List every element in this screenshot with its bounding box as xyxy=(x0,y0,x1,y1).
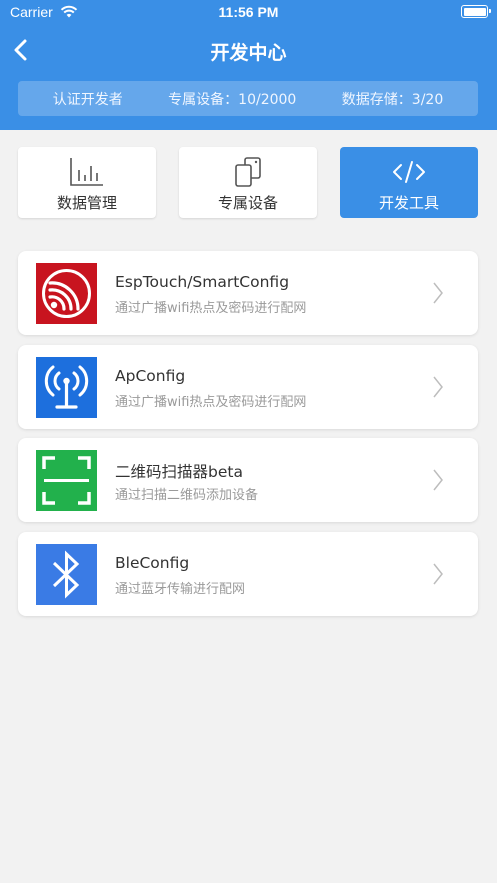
code-icon xyxy=(393,161,425,183)
chevron-right-icon xyxy=(433,376,443,398)
qr-scan-icon xyxy=(36,450,97,511)
tab-dev-tools[interactable]: 开发工具 xyxy=(340,147,478,218)
espressif-logo-icon xyxy=(36,263,97,324)
clock: 11:56 PM xyxy=(218,4,279,20)
bar-chart-icon xyxy=(70,158,103,186)
bluetooth-icon xyxy=(36,544,97,605)
device-quota: 专属设备：10/2000 xyxy=(168,91,297,108)
tool-name: BleConfig xyxy=(115,554,190,572)
page-title: 开发中心 xyxy=(210,42,287,64)
tool-description: 通过广播wifi热点及密码进行配网 xyxy=(115,395,307,410)
tool-bleconfig[interactable]: BleConfig 通过蓝牙传输进行配网 xyxy=(18,532,478,616)
battery-icon xyxy=(461,5,491,18)
devices-icon xyxy=(235,157,261,187)
tab-data-management[interactable]: 数据管理 xyxy=(18,147,156,218)
developer-status: 认证开发者 xyxy=(52,91,123,108)
tab-dedicated-devices[interactable]: 专属设备 xyxy=(179,147,317,218)
tool-description: 通过蓝牙传输进行配网 xyxy=(115,582,246,597)
header: Carrier 11:56 PM 开发中心 认证开发者 专属设备：10/2000… xyxy=(0,0,497,130)
tab-label: 开发工具 xyxy=(378,194,439,212)
tool-name: ApConfig xyxy=(115,367,186,385)
tool-description: 通过广播wifi热点及密码进行配网 xyxy=(115,301,307,316)
chevron-right-icon xyxy=(433,282,443,304)
tab-tiles: 数据管理 专属设备 开发工具 xyxy=(18,147,478,219)
tool-esptouch[interactable]: EspTouch/SmartConfig 通过广播wifi热点及密码进行配网 xyxy=(18,251,478,335)
antenna-icon xyxy=(36,357,97,418)
tool-name: EspTouch/SmartConfig xyxy=(115,273,290,291)
tab-label: 专属设备 xyxy=(217,194,278,212)
tab-label: 数据管理 xyxy=(56,194,117,212)
navigation-bar: 开发中心 xyxy=(0,28,497,72)
tool-apconfig[interactable]: ApConfig 通过广播wifi热点及密码进行配网 xyxy=(18,345,478,429)
status-bar: Carrier 11:56 PM xyxy=(0,0,497,26)
storage-quota: 数据存储：3/20 xyxy=(341,91,444,108)
chevron-right-icon xyxy=(433,563,443,585)
stats-bar: 认证开发者 专属设备：10/2000 数据存储：3/20 xyxy=(18,81,478,116)
tool-qr-scanner[interactable]: 二维码扫描器beta 通过扫描二维码添加设备 xyxy=(18,438,478,522)
chevron-right-icon xyxy=(433,469,443,491)
tool-name: 二维码扫描器beta xyxy=(115,463,243,481)
tool-description: 通过扫描二维码添加设备 xyxy=(115,488,259,503)
